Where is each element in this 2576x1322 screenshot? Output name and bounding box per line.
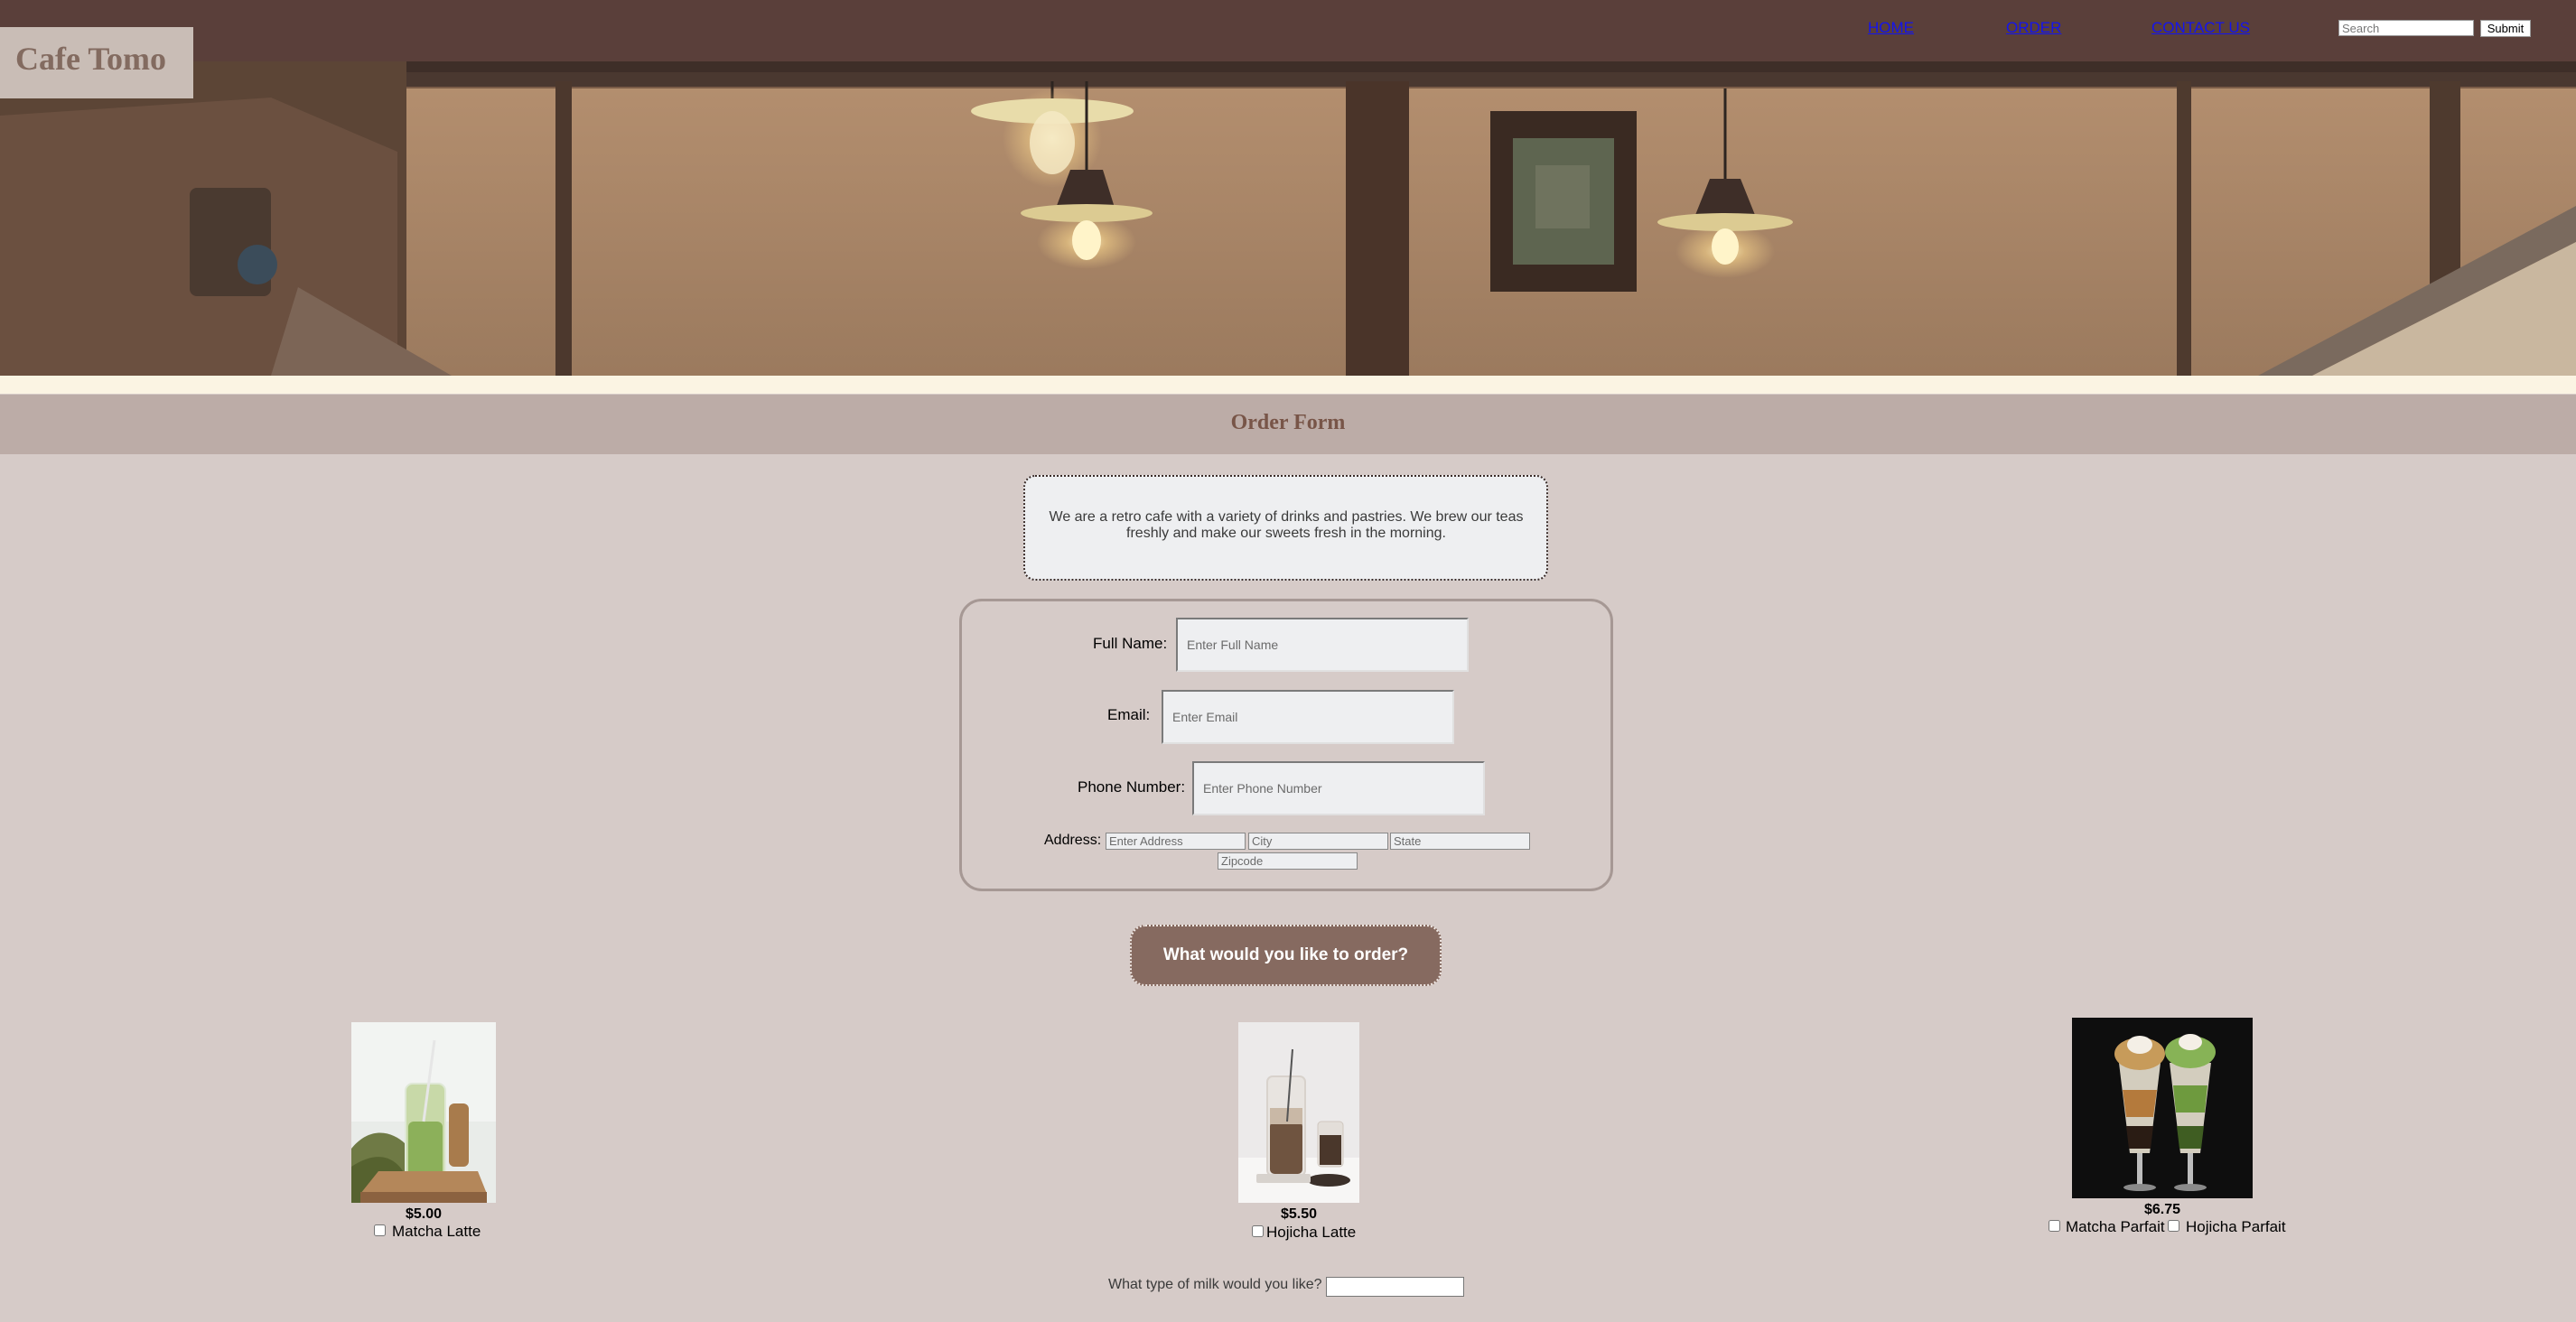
email-label: Email: <box>1107 706 1151 723</box>
matcha-latte-label: Matcha Latte <box>392 1223 481 1240</box>
address-field[interactable] <box>1106 833 1246 850</box>
matcha-parfait-checkbox[interactable] <box>2049 1220 2060 1232</box>
full-name-field[interactable] <box>1176 618 1469 672</box>
parfait-image <box>2072 1018 2253 1198</box>
phone-field[interactable] <box>1192 761 1485 815</box>
nav-link-order[interactable]: ORDER <box>2006 19 2061 37</box>
search-input[interactable] <box>2338 20 2474 36</box>
nav-link-contact-us[interactable]: CONTACT US <box>2151 19 2250 37</box>
parfait-price: $6.75 <box>2143 1202 2181 1217</box>
hojicha-latte-price: $5.50 <box>1280 1206 1318 1222</box>
phone-label: Phone Number: <box>1078 778 1186 796</box>
search-submit-button[interactable]: Submit <box>2480 20 2531 37</box>
nav-link-home[interactable]: HOME <box>1868 19 1914 37</box>
matcha-parfait-label: Matcha Parfait <box>2066 1218 2165 1235</box>
state-field[interactable] <box>1390 833 1530 850</box>
milk-type-input[interactable] <box>1326 1277 1464 1297</box>
order-prompt-button[interactable]: What would you like to order? <box>1130 925 1442 986</box>
address-label: Address: <box>1044 833 1102 848</box>
hojicha-parfait-label: Hojicha Parfait <box>2186 1218 2286 1235</box>
intro-text: We are a retro cafe with a variety of dr… <box>1049 509 1524 541</box>
page-title: Order Form <box>1230 411 1346 434</box>
milk-question-label: What type of milk would you like? <box>1108 1277 1322 1292</box>
hojicha-latte-checkbox[interactable] <box>1252 1225 1264 1237</box>
zipcode-field[interactable] <box>1218 852 1358 870</box>
matcha-latte-price: $5.00 <box>405 1206 443 1222</box>
matcha-latte-image <box>351 1022 496 1203</box>
hojicha-latte-label: Hojicha Latte <box>1266 1224 1357 1241</box>
full-name-label: Full Name: <box>1093 635 1168 652</box>
city-field[interactable] <box>1248 833 1388 850</box>
matcha-latte-checkbox[interactable] <box>374 1224 386 1236</box>
divider-strip <box>0 376 2576 394</box>
hojicha-parfait-checkbox[interactable] <box>2168 1220 2179 1232</box>
brand-name: Cafe Tomo <box>15 41 167 77</box>
cafe-interior-illustration <box>0 61 2576 376</box>
email-field[interactable] <box>1162 690 1454 744</box>
hojicha-latte-image <box>1238 1022 1359 1203</box>
hero-banner-image <box>0 61 2576 376</box>
